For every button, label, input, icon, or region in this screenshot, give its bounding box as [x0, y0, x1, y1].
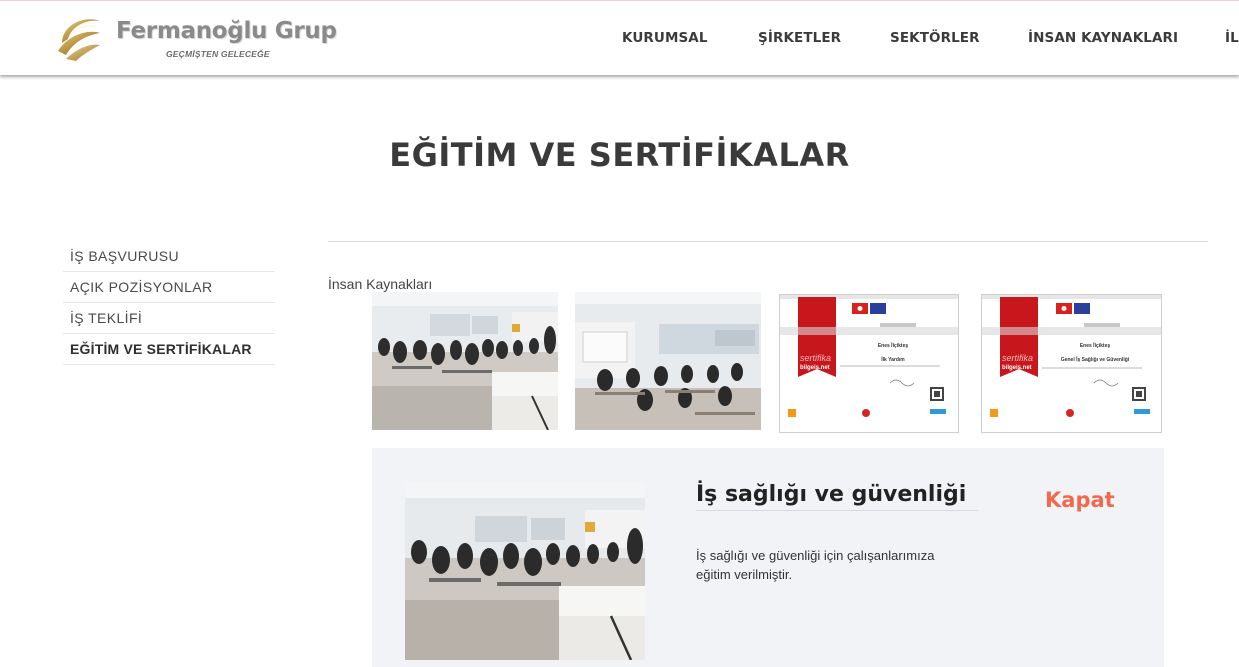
certificate-site: bilgeis.net: [1002, 365, 1032, 371]
certificate-course: Genel İş Sağlığı ve Güvenliği: [1060, 357, 1130, 363]
certificate-brand: sertifika: [1002, 353, 1034, 363]
classroom-photo-large: [405, 482, 645, 660]
certificate-thumb-ilk-yardim[interactable]: sertifika bilgeis.net Enes İlçikteş İlk …: [779, 294, 959, 433]
sidebar-item-is-teklifi[interactable]: İŞ TEKLİFİ: [63, 303, 275, 334]
breadcrumb[interactable]: İnsan Kaynakları: [328, 276, 432, 292]
brand-name: Fermanoğlu Grup: [116, 18, 337, 44]
certificate-card: sertifika bilgeis.net Enes İlçikteş Gene…: [981, 294, 1162, 433]
sidebar-item-acik-pozisyonlar[interactable]: AÇIK POZİSYONLAR: [63, 272, 275, 303]
detail-description: İş sağlığı ve güvenliği için çalışanları…: [696, 548, 935, 582]
site-header: Fermanoğlu Grup GEÇMİŞTEN GELECEĞE KURUM…: [0, 0, 1239, 75]
certificate-graphic: [780, 295, 958, 417]
nav-insan-kaynaklari[interactable]: İNSAN KAYNAKLARI: [1028, 30, 1178, 46]
close-button[interactable]: Kapat: [1045, 488, 1115, 512]
gallery-thumb-training-2[interactable]: [575, 292, 761, 430]
detail-panel: İş sağlığı ve güvenliği Kapat İş sağlığı…: [372, 448, 1164, 667]
certificate-thumb-is-sagligi[interactable]: sertifika bilgeis.net Enes İlçikteş Gene…: [981, 294, 1162, 433]
classroom-projector-photo: [575, 292, 761, 430]
certificate-graphic: [982, 295, 1161, 417]
certificate-brand: sertifika: [800, 353, 832, 363]
content-divider: [328, 241, 1208, 242]
classroom-photo: [372, 292, 558, 430]
sidebar-item-is-basvurusu[interactable]: İŞ BAŞVURUSU: [63, 241, 275, 272]
logo-swirl-icon: [58, 19, 100, 61]
certificate-holder-name: Enes İlçikteş: [1079, 343, 1111, 349]
detail-title: İş sağlığı ve güvenliği: [696, 482, 978, 511]
sidebar-menu: İŞ BAŞVURUSU AÇIK POZİSYONLAR İŞ TEKLİFİ…: [63, 241, 275, 365]
nav-kurumsal[interactable]: KURUMSAL: [622, 30, 708, 46]
sidebar-item-egitim-sertifikalar[interactable]: EĞİTİM VE SERTİFİKALAR: [63, 334, 275, 365]
certificate-course: İlk Yardım: [881, 357, 905, 363]
certificate-card: sertifika bilgeis.net Enes İlçikteş İlk …: [779, 294, 959, 433]
certificate-site: bilgeis.net: [800, 365, 830, 371]
certificate-holder-name: Enes İlçikteş: [877, 343, 909, 349]
brand-tagline: GEÇMİŞTEN GELECEĞE: [166, 49, 270, 59]
brand-logo[interactable]: Fermanoğlu Grup GEÇMİŞTEN GELECEĞE: [54, 13, 337, 65]
nav-iletisim[interactable]: İL: [1225, 30, 1239, 46]
nav-sirketler[interactable]: ŞİRKETLER: [758, 30, 841, 46]
detail-image: [405, 482, 645, 660]
nav-sektorler[interactable]: SEKTÖRLER: [890, 30, 980, 46]
gallery-thumb-training-1[interactable]: [372, 292, 558, 430]
page-title: EĞİTİM VE SERTİFİKALAR: [389, 136, 850, 174]
